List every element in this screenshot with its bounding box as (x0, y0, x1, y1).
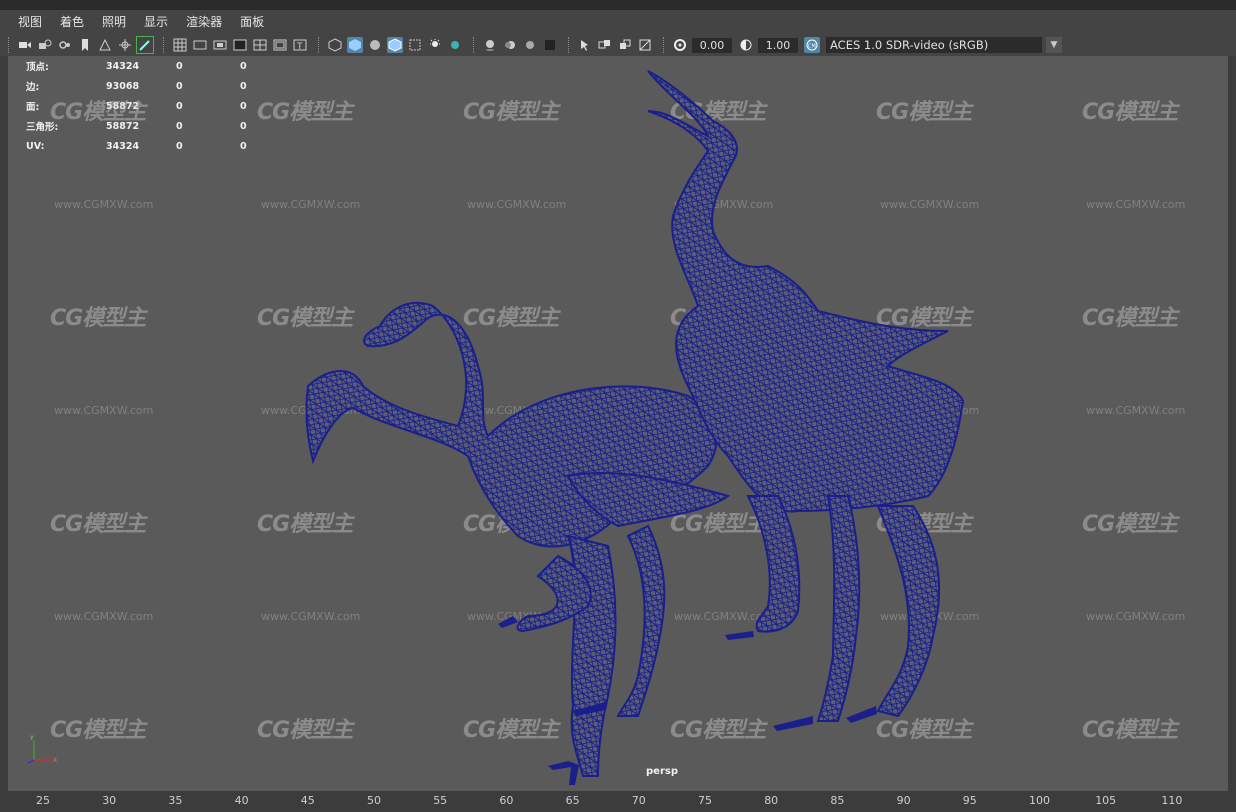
toolbar-separator (473, 37, 476, 53)
svg-text:T: T (296, 42, 303, 52)
axis-gizmo: Y X (26, 734, 62, 768)
viewport-border-right (1228, 56, 1236, 791)
camera-attributes-icon[interactable] (37, 37, 53, 53)
claw-left-1 (548, 761, 579, 785)
timeline-tick-label: 50 (367, 794, 381, 807)
viewport-border-left (0, 56, 8, 791)
field-chart-icon[interactable] (252, 37, 268, 53)
depth-of-field-icon[interactable] (542, 37, 558, 53)
grid-icon[interactable] (172, 37, 188, 53)
timeline-tick-label: 100 (1029, 794, 1050, 807)
shadows-icon[interactable] (447, 37, 463, 53)
multisample-aa-icon[interactable] (522, 37, 538, 53)
gamma-icon[interactable] (738, 37, 754, 53)
wireframe-on-shaded-icon[interactable] (387, 37, 403, 53)
bookmark-camera-icon[interactable] (57, 37, 73, 53)
toolbar-separator (663, 37, 666, 53)
color-management-icon[interactable]: CM (804, 37, 820, 53)
timeline-tick-label: 70 (631, 794, 646, 807)
claw-right-2 (846, 706, 877, 723)
menu-view[interactable]: 视图 (0, 10, 50, 34)
default-material-icon[interactable] (367, 37, 383, 53)
chevron-down-icon[interactable]: ▼ (1046, 37, 1062, 53)
svg-text:CM: CM (808, 44, 816, 50)
timeline-tick-label: 35 (168, 794, 183, 807)
frame-selection-icon[interactable] (617, 37, 633, 53)
camera-name-label: persp (646, 766, 678, 777)
gamma-field[interactable]: 1.00 (758, 37, 798, 53)
2d-pan-zoom-icon[interactable] (117, 37, 133, 53)
panel-menu-bar: 视图 着色 照明 显示 渲染器 面板 (0, 10, 1236, 34)
color-space-select[interactable]: ACES 1.0 SDR-video (sRGB) (826, 37, 1042, 53)
timeline-tick-label: 45 (300, 794, 315, 807)
creature-right-leg-back (876, 505, 941, 718)
timeline-tick-label: 40 (234, 794, 249, 807)
bookmark-icon[interactable] (77, 37, 93, 53)
claw-left-3 (498, 616, 518, 628)
toolbar-separator (568, 37, 571, 53)
svg-text:X: X (53, 757, 57, 764)
timeline-tick-label: 65 (565, 794, 580, 807)
menu-lighting[interactable]: 照明 (92, 10, 134, 34)
use-all-lights-icon[interactable] (427, 37, 443, 53)
xray-icon[interactable] (407, 37, 423, 53)
timeline-tick-label: 85 (830, 794, 845, 807)
toolbar-separator (8, 37, 11, 53)
menu-shading[interactable]: 着色 (50, 10, 92, 34)
exposure-icon[interactable] (672, 37, 688, 53)
viewport-toolbar: T 0.00 1.00 CM ACES 1.0 SDR-video (sRGB)… (0, 34, 1236, 56)
timeline-tick-label: 25 (36, 794, 50, 807)
window-top-strip (0, 0, 1236, 10)
timeline-tick-label: 60 (499, 794, 514, 807)
screen-space-ao-icon[interactable] (482, 37, 498, 53)
select-camera-icon[interactable] (17, 37, 33, 53)
timeline-tick-label: 90 (896, 794, 911, 807)
creature-right-leg-rear (746, 495, 801, 633)
isolate-select-icon[interactable] (577, 37, 593, 53)
exposure-field[interactable]: 0.00 (692, 37, 732, 53)
menu-panels[interactable]: 面板 (230, 10, 272, 34)
motion-blur-icon[interactable] (502, 37, 518, 53)
timeline-tick-label: 95 (962, 794, 977, 807)
svg-text:Y: Y (29, 735, 34, 742)
menu-renderer[interactable]: 渲染器 (176, 10, 230, 34)
timeline-tick-label: 105 (1095, 794, 1117, 807)
menu-show[interactable]: 显示 (134, 10, 176, 34)
film-gate-icon[interactable] (192, 37, 208, 53)
toolbar-separator (163, 37, 166, 53)
resolution-gate-icon[interactable] (212, 37, 228, 53)
frame-all-icon[interactable] (597, 37, 613, 53)
smooth-shade-icon[interactable] (347, 37, 363, 53)
color-space-label: ACES 1.0 SDR-video (sRGB) (830, 38, 989, 52)
timeline-tick-label: 30 (102, 794, 117, 807)
grease-pencil-icon[interactable] (136, 36, 154, 54)
creature-right-leg-front (816, 495, 861, 722)
timeline-tick-label: 75 (698, 794, 712, 807)
time-slider[interactable]: 25 30 35 40 45 50 55 60 65 70 75 80 85 90 95 100 105 110 (0, 791, 1236, 812)
claw-right-3 (725, 631, 754, 640)
timeline-tick-label: 80 (764, 794, 779, 807)
safe-action-icon[interactable] (272, 37, 288, 53)
toolbar-separator (318, 37, 321, 53)
timeline-tick-label: 55 (433, 794, 448, 807)
claw-right-1 (773, 716, 813, 731)
safe-title-icon[interactable]: T (292, 37, 308, 53)
wireframe-icon[interactable] (327, 37, 343, 53)
two-sided-lighting-icon[interactable] (637, 37, 653, 53)
gate-mask-icon[interactable] (232, 37, 248, 53)
image-plane-icon[interactable] (97, 37, 113, 53)
wireframe-creature-models[interactable] (8, 56, 1228, 791)
creature-left-leg-back (616, 524, 666, 717)
timeline-tick-label: 110 (1161, 794, 1183, 807)
perspective-viewport[interactable]: 顶点: 34324 0 0 边: 93068 0 0 面: 58872 0 0 … (8, 56, 1228, 791)
